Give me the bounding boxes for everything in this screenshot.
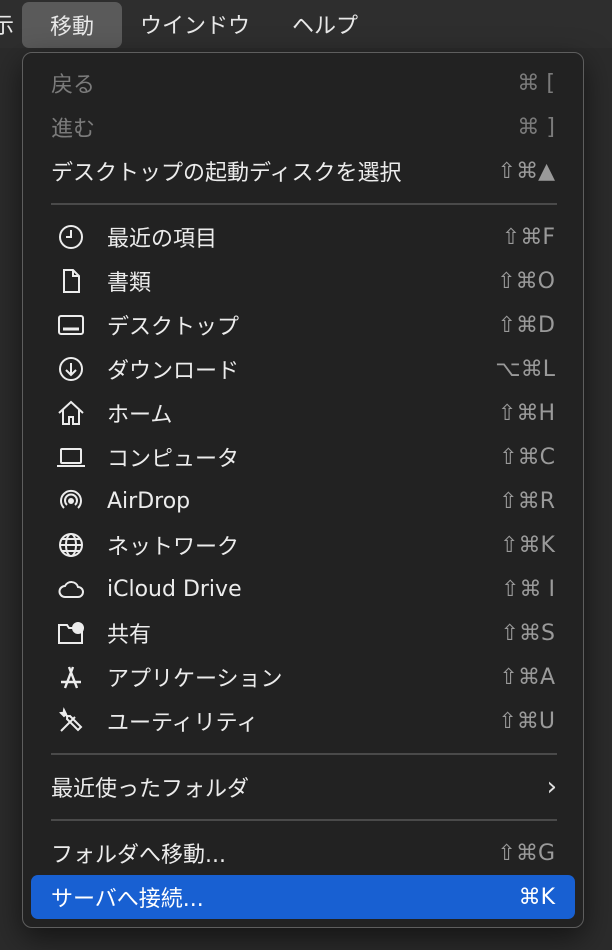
menu-bar: 示 移動 ウインドウ ヘルプ <box>0 0 612 48</box>
menu-item-label: ユーティリティ <box>107 711 259 736</box>
menu-item-label: ホーム <box>107 403 173 428</box>
shortcut: ⇧⌘ I <box>501 576 555 602</box>
menu-item-computer[interactable]: コンピュータ ⇧⌘C <box>31 435 575 479</box>
menu-item-label: アプリケーション <box>107 667 283 692</box>
shortcut: ⌘ [ <box>517 70 555 96</box>
shortcut: ⌘K <box>518 884 555 910</box>
shortcut: ⇧⌘H <box>498 400 555 426</box>
utilities-icon <box>53 699 89 743</box>
menubar-item-go[interactable]: 移動 <box>22 1 123 48</box>
menubar-item-window[interactable]: ウインドウ <box>122 0 250 48</box>
applications-icon <box>53 655 89 699</box>
menu-item-label: iCloud Drive <box>107 576 242 602</box>
shortcut: ⇧⌘O <box>497 268 555 294</box>
menu-item-select-startup-disk[interactable]: デスクトップの起動ディスクを選択 ⇧⌘▲ <box>31 149 575 193</box>
menubar-item-help[interactable]: ヘルプ <box>250 0 358 48</box>
shortcut: ⇧⌘F <box>501 224 555 250</box>
shortcut: ⇧⌘▲ <box>497 158 555 184</box>
menu-item-label: デスクトップ <box>107 315 240 340</box>
clock-icon <box>53 215 89 259</box>
menu-item-documents[interactable]: 書類 ⇧⌘O <box>31 259 575 303</box>
globe-icon <box>53 523 89 567</box>
shortcut: ⇧⌘S <box>500 620 555 646</box>
separator <box>51 753 557 755</box>
download-icon <box>53 347 89 391</box>
menu-item-label: AirDrop <box>107 488 191 514</box>
menu-item-airdrop[interactable]: AirDrop ⇧⌘R <box>31 479 575 523</box>
menu-item-recents[interactable]: 最近の項目 ⇧⌘F <box>31 215 575 259</box>
menu-item-go-to-folder[interactable]: フォルダへ移動... ⇧⌘G <box>31 831 575 875</box>
shortcut: ⇧⌘U <box>498 708 555 734</box>
menu-item-label: 書類 <box>107 271 152 296</box>
menu-item-icloud-drive[interactable]: iCloud Drive ⇧⌘ I <box>31 567 575 611</box>
shortcut: ⇧⌘C <box>499 444 555 470</box>
menu-item-label: フォルダへ移動... <box>51 843 226 868</box>
home-icon <box>53 391 89 435</box>
menu-item-utilities[interactable]: ユーティリティ ⇧⌘U <box>31 699 575 743</box>
menu-item-label: ダウンロード <box>107 359 240 384</box>
menu-item-shared[interactable]: 共有 ⇧⌘S <box>31 611 575 655</box>
shortcut: ⇧⌘D <box>497 312 555 338</box>
menu-item-label: 最近使ったフォルダ <box>51 777 250 802</box>
menu-item-label: 最近の項目 <box>107 227 218 252</box>
shortcut: ⇧⌘K <box>500 532 555 558</box>
desktop-icon <box>53 303 89 347</box>
menu-item-label: コンピュータ <box>107 447 240 472</box>
menu-item-connect-to-server[interactable]: サーバへ接続... ⌘K <box>31 875 575 919</box>
menu-item-label: デスクトップの起動ディスクを選択 <box>51 161 402 186</box>
cloud-icon <box>53 567 89 611</box>
shortcut: ⇧⌘G <box>497 840 555 866</box>
menu-item-forward[interactable]: 進む ⌘ ] <box>31 105 575 149</box>
menu-item-label: サーバへ接続... <box>51 887 204 912</box>
menu-item-applications[interactable]: アプリケーション ⇧⌘A <box>31 655 575 699</box>
shortcut: ⌘ ] <box>517 114 555 140</box>
menu-item-home[interactable]: ホーム ⇧⌘H <box>31 391 575 435</box>
menu-item-network[interactable]: ネットワーク ⇧⌘K <box>31 523 575 567</box>
menu-item-label: 戻る <box>51 73 96 98</box>
separator <box>51 203 557 205</box>
shortcut: ⌥⌘L <box>495 356 555 382</box>
laptop-icon <box>53 435 89 479</box>
menu-item-label: 共有 <box>107 623 152 648</box>
shortcut: ⇧⌘A <box>499 664 555 690</box>
go-menu: 戻る ⌘ [ 進む ⌘ ] デスクトップの起動ディスクを選択 ⇧⌘▲ 最近の項目… <box>22 52 584 928</box>
shared-folder-icon <box>53 611 89 655</box>
menu-item-label: ネットワーク <box>107 535 240 560</box>
airdrop-icon <box>53 479 89 523</box>
separator <box>51 819 557 821</box>
menu-item-recent-folders[interactable]: 最近使ったフォルダ › <box>31 765 575 809</box>
menu-item-desktop[interactable]: デスクトップ ⇧⌘D <box>31 303 575 347</box>
document-icon <box>53 259 89 303</box>
menu-item-downloads[interactable]: ダウンロード ⌥⌘L <box>31 347 575 391</box>
menubar-item-view[interactable]: 示 <box>0 0 14 48</box>
menu-item-back[interactable]: 戻る ⌘ [ <box>31 61 575 105</box>
chevron-right-icon: › <box>546 772 557 802</box>
shortcut: ⇧⌘R <box>499 488 555 514</box>
menu-item-label: 進む <box>51 117 96 142</box>
